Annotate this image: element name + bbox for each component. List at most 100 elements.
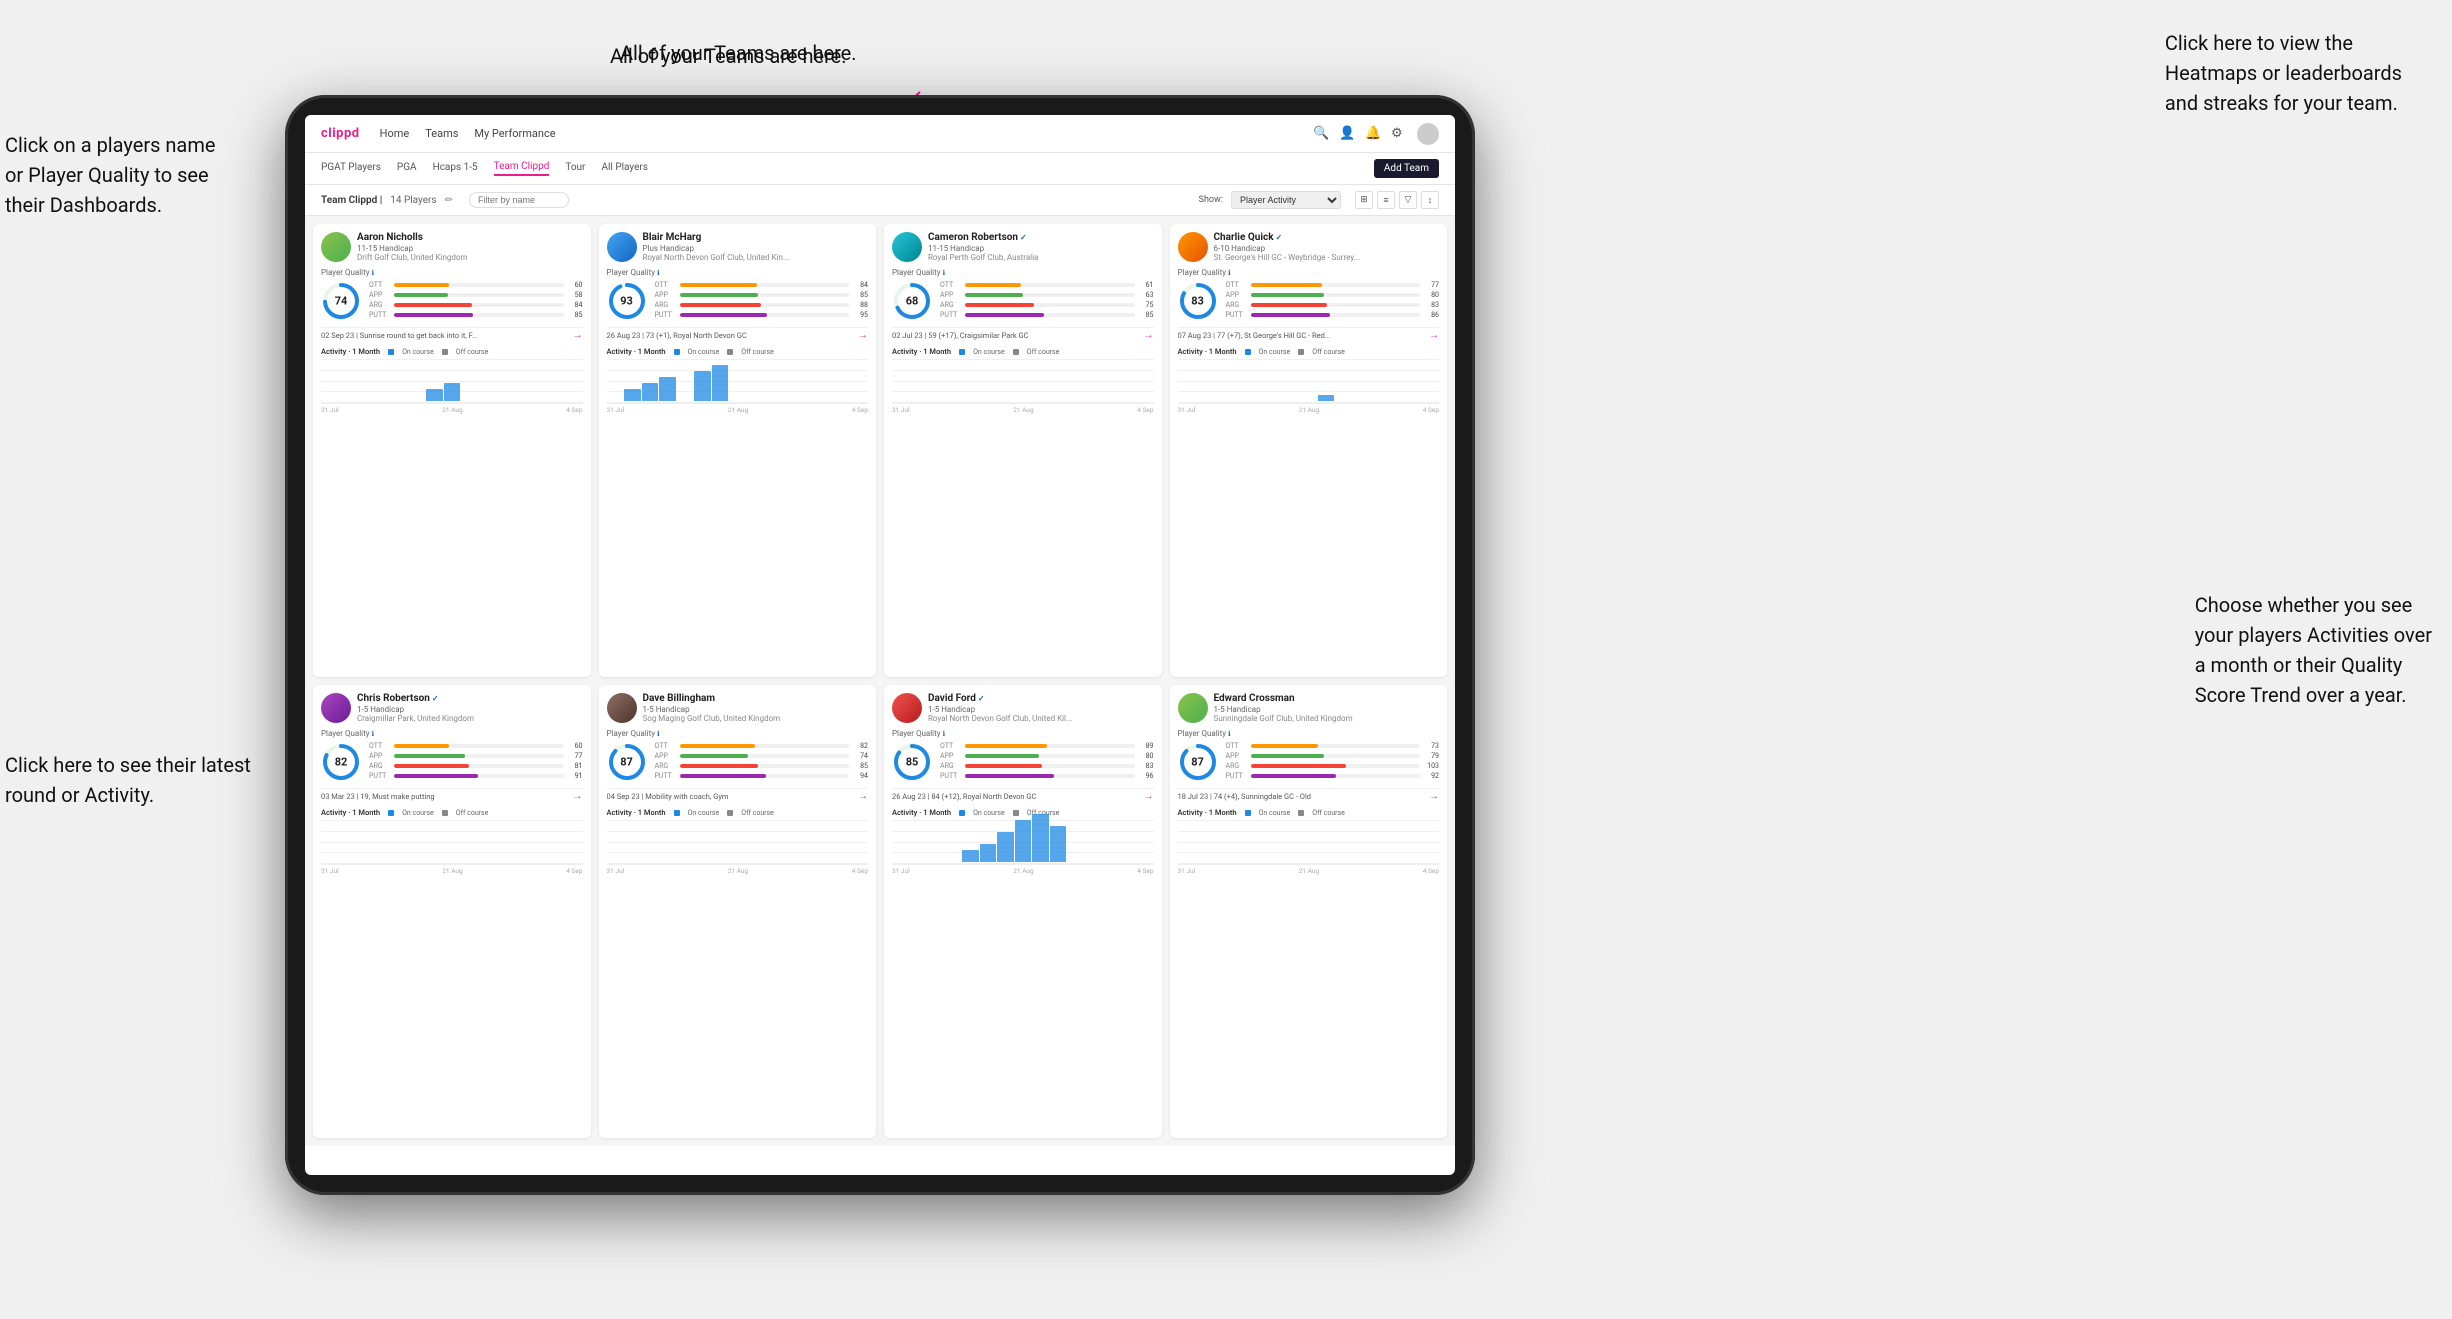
player-avatar — [321, 693, 351, 723]
team-header: Team Clippd | 14 Players ✏ Show: Player … — [305, 185, 1455, 216]
player-name[interactable]: Blair McHarg — [643, 232, 869, 243]
activity-arrow-icon[interactable]: → — [858, 330, 868, 341]
quality-label: Player Quality ℹ — [1178, 729, 1440, 738]
player-card[interactable]: David Ford✓ 1-5 Handicap Royal North Dev… — [884, 685, 1162, 1138]
player-name[interactable]: Charlie Quick✓ — [1214, 232, 1440, 243]
player-handicap: 6-10 Handicap — [1214, 244, 1440, 253]
last-activity[interactable]: 07 Aug 23 | 77 (+7), St George's Hill GC… — [1178, 327, 1440, 343]
player-card[interactable]: Charlie Quick✓ 6-10 Handicap St. George'… — [1170, 224, 1448, 677]
score-circle[interactable]: 87 — [1178, 742, 1218, 782]
filter-icon[interactable]: ▽ — [1399, 191, 1417, 209]
ott-stat: OTT 60 — [369, 281, 583, 289]
on-course-legend-dot — [1245, 810, 1251, 816]
last-activity[interactable]: 18 Jul 23 | 74 (+4), Sunningdale GC - Ol… — [1178, 788, 1440, 804]
activities-annotation-label: Choose whether you seeyour players Activ… — [2195, 590, 2432, 710]
activity-arrow-icon[interactable]: → — [1429, 330, 1439, 341]
player-card[interactable]: Dave Billingham 1-5 Handicap Sog Maging … — [599, 685, 877, 1138]
activity-legend: Activity · 1 Month On course Off course — [1178, 347, 1440, 356]
tab-hcaps[interactable]: Hcaps 1-5 — [433, 162, 478, 175]
player-name[interactable]: Dave Billingham — [643, 693, 869, 704]
list-view-icon[interactable]: ≡ — [1377, 191, 1395, 209]
activity-arrow-icon[interactable]: → — [1429, 791, 1439, 802]
player-info: David Ford✓ 1-5 Handicap Royal North Dev… — [928, 693, 1154, 723]
quality-section: 74 OTT 60 APP 58 ARG 84 — [321, 281, 583, 321]
cards-grid: Aaron Nicholls 11-15 Handicap Drift Golf… — [305, 216, 1455, 1146]
app-stat: APP 80 — [1226, 291, 1440, 299]
putt-stat: PUTT 94 — [655, 772, 869, 780]
last-activity[interactable]: 02 Jul 23 | 59 (+17), Craigsimilar Park … — [892, 327, 1154, 343]
tab-team-clippd[interactable]: Team Clippd — [494, 161, 550, 176]
score-circle[interactable]: 82 — [321, 742, 361, 782]
team-count: 14 Players — [390, 195, 436, 206]
tablet-screen: clippd Home Teams My Performance 🔍 👤 🔔 ⚙… — [305, 115, 1455, 1175]
activity-arrow-icon[interactable]: → — [1144, 791, 1154, 802]
user-avatar[interactable] — [1417, 123, 1439, 145]
sort-icon[interactable]: ↕ — [1421, 191, 1439, 209]
arg-stat: ARG 88 — [655, 301, 869, 309]
show-select[interactable]: Player Activity Quality Score Trend — [1231, 191, 1341, 209]
on-course-label: On course — [973, 809, 1005, 817]
score-circle[interactable]: 93 — [607, 281, 647, 321]
last-activity[interactable]: 02 Sep 23 | Sunrise round to get back in… — [321, 327, 583, 343]
player-name[interactable]: Chris Robertson✓ — [357, 693, 583, 704]
stats-bars: OTT 73 APP 79 ARG 103 PUTT 92 — [1226, 742, 1440, 782]
player-card[interactable]: Blair McHarg Plus Handicap Royal North D… — [599, 224, 877, 677]
player-card[interactable]: Edward Crossman 1-5 Handicap Sunningdale… — [1170, 685, 1448, 1138]
bell-icon[interactable]: 🔔 — [1365, 126, 1381, 142]
player-name[interactable]: Aaron Nicholls — [357, 232, 583, 243]
score-circle[interactable]: 74 — [321, 281, 361, 321]
score-circle[interactable]: 68 — [892, 281, 932, 321]
activity-legend: Activity · 1 Month On course Off course — [607, 808, 869, 817]
app-stat: APP 63 — [940, 291, 1154, 299]
player-name[interactable]: Cameron Robertson✓ — [928, 232, 1154, 243]
last-activity[interactable]: 26 Aug 23 | 73 (+1), Royal North Devon G… — [607, 327, 869, 343]
activity-arrow-icon[interactable]: → — [1144, 330, 1154, 341]
quality-label: Player Quality ℹ — [892, 729, 1154, 738]
tab-pga[interactable]: PGA — [397, 162, 417, 175]
score-circle[interactable]: 87 — [607, 742, 647, 782]
off-course-legend-dot — [442, 349, 448, 355]
off-course-legend-dot — [442, 810, 448, 816]
putt-stat: PUTT 95 — [655, 311, 869, 319]
player-club: Craigmillar Park, United Kingdom — [357, 714, 583, 723]
off-course-label: Off course — [456, 348, 489, 356]
chart-bars — [321, 820, 583, 865]
off-course-label: Off course — [741, 348, 774, 356]
player-avatar — [1178, 693, 1208, 723]
score-circle[interactable]: 83 — [1178, 281, 1218, 321]
player-card[interactable]: Cameron Robertson✓ 11-15 Handicap Royal … — [884, 224, 1162, 677]
grid-view-icon[interactable]: ⊞ — [1355, 191, 1373, 209]
tab-all-players[interactable]: All Players — [601, 162, 648, 175]
nav-bar: clippd Home Teams My Performance 🔍 👤 🔔 ⚙ — [305, 115, 1455, 153]
latest-round-annotation-label: Click here to see their latestround or A… — [5, 750, 251, 810]
view-icons: ⊞ ≡ ▽ ↕ — [1355, 191, 1439, 209]
nav-home[interactable]: Home — [380, 127, 410, 140]
search-icon[interactable]: 🔍 — [1313, 126, 1329, 142]
player-card[interactable]: Aaron Nicholls 11-15 Handicap Drift Golf… — [313, 224, 591, 677]
player-card[interactable]: Chris Robertson✓ 1-5 Handicap Craigmilla… — [313, 685, 591, 1138]
activity-legend: Activity · 1 Month On course Off course — [1178, 808, 1440, 817]
player-name[interactable]: David Ford✓ — [928, 693, 1154, 704]
nav-my-performance[interactable]: My Performance — [474, 127, 555, 140]
tab-tour[interactable]: Tour — [565, 162, 585, 175]
score-circle[interactable]: 85 — [892, 742, 932, 782]
chart-x-labels: 31 Jul 21 Aug 4 Sep — [321, 406, 583, 414]
activity-arrow-icon[interactable]: → — [573, 330, 583, 341]
chart-gridlines — [1178, 359, 1440, 403]
player-avatar — [1178, 232, 1208, 262]
activity-arrow-icon[interactable]: → — [573, 791, 583, 802]
tab-pgat-players[interactable]: PGAT Players — [321, 162, 381, 175]
activity-arrow-icon[interactable]: → — [858, 791, 868, 802]
player-name[interactable]: Edward Crossman — [1214, 693, 1440, 704]
nav-teams[interactable]: Teams — [425, 127, 458, 140]
last-activity[interactable]: 26 Aug 23 | 84 (+12), Royal North Devon … — [892, 788, 1154, 804]
add-team-button[interactable]: Add Team — [1374, 159, 1439, 178]
activity-chart: Activity · 1 Month On course Off course … — [1178, 808, 1440, 875]
quality-label: Player Quality ℹ — [321, 729, 583, 738]
filter-input[interactable] — [469, 192, 569, 208]
last-activity[interactable]: 03 Mar 23 | 19, Must make putting → — [321, 788, 583, 804]
person-icon[interactable]: 👤 — [1339, 126, 1355, 142]
edit-icon[interactable]: ✏ — [445, 195, 453, 206]
last-activity[interactable]: 04 Sep 23 | Mobility with coach, Gym → — [607, 788, 869, 804]
settings-icon[interactable]: ⚙ — [1391, 126, 1407, 142]
